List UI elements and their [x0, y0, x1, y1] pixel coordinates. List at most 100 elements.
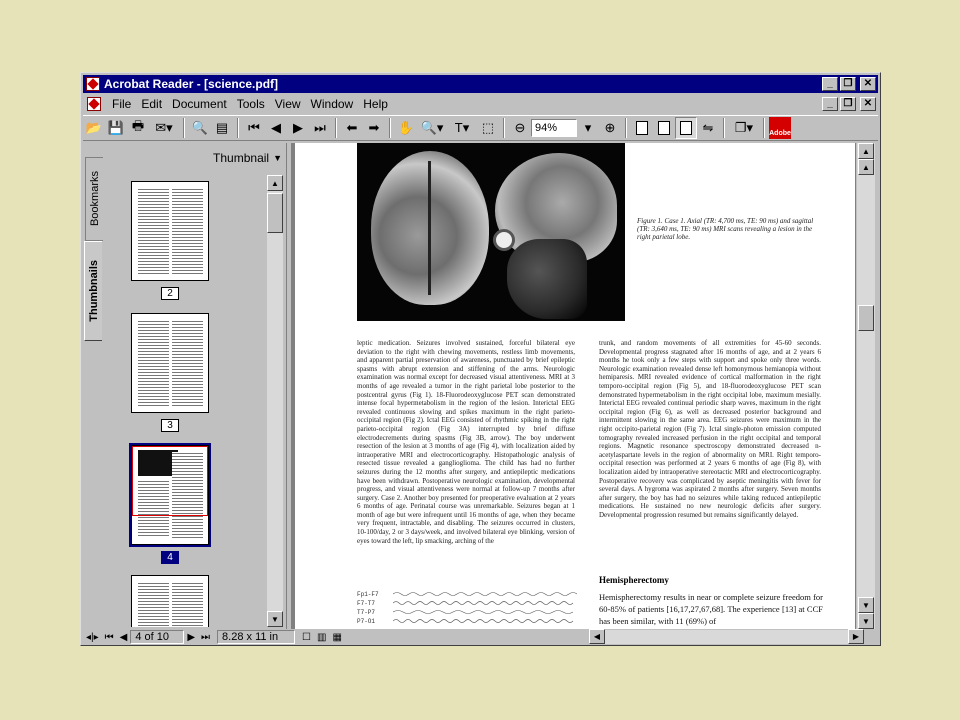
eeg-figure: Fp1-F7 F7-T7 T7-P7 P7-O1 [357, 589, 577, 629]
thumbnail-page-selected[interactable] [129, 443, 211, 547]
section-body-text: Hemispherectomy results in near or compl… [599, 592, 823, 626]
scroll-down-icon[interactable]: ▼ [858, 613, 874, 629]
menu-file[interactable]: File [107, 97, 136, 111]
window-title: Acrobat Reader - [science.pdf] [104, 77, 279, 91]
thumbnail-scrollbar[interactable]: ▲ ▼ [267, 175, 283, 627]
thumbnail-menu[interactable]: Thumbnail ▼ [107, 147, 282, 169]
status-bar: ◂|▸ ⏮ ◀ 4 of 10 ▶ ⏭ 8.28 x 11 in ☐ ▥ ▦ ◀… [83, 629, 878, 645]
thumbnail-menu-label: Thumbnail [213, 151, 270, 165]
navigation-panel: Bookmarks Thumbnails Thumbnail ▼ 2 3 4 ▲… [83, 143, 286, 629]
acrobat-window: Acrobat Reader - [science.pdf] _ ❐ ✕ Fil… [80, 72, 881, 646]
scroll-thumb[interactable] [267, 193, 283, 233]
document-view[interactable]: Figure 1. Case 1. Axial (TR: 4,700 ms, T… [291, 143, 856, 629]
previous-page-icon[interactable]: ◀ [117, 630, 131, 644]
scroll-up-icon[interactable]: ▲ [267, 175, 283, 191]
eeg-channel-label: Fp1-F7 [357, 591, 379, 598]
acrobat-app-icon[interactable] [86, 77, 100, 91]
thumbnail-label[interactable]: 4 [161, 551, 179, 564]
email-icon[interactable]: ✉▾ [149, 117, 179, 139]
scroll-up-icon[interactable]: ▲ [858, 143, 874, 159]
thumbnail-view-box[interactable] [132, 446, 208, 516]
page-size-display: 8.28 x 11 in [217, 630, 296, 644]
panel-splitter[interactable] [286, 143, 290, 629]
zoom-dropdown-icon[interactable]: ▾ [577, 117, 599, 139]
split-view-icon[interactable]: ◂|▸ [83, 630, 102, 644]
page-down-icon[interactable]: ▼ [858, 597, 874, 613]
pdf-page: Figure 1. Case 1. Axial (TR: 4,700 ms, T… [295, 143, 855, 629]
toolbar: 📂 💾 🖶 ✉▾ 🔍 ▤ ⏮ ◀ ▶ ⏭ ⬅ ➡ ✋ 🔍▾ T▾ ⬚ ⊖ 94%… [83, 115, 878, 141]
zoom-out-icon[interactable]: ⊖ [509, 117, 531, 139]
text-select-tool-icon[interactable]: T▾ [447, 117, 477, 139]
minimize-button[interactable]: _ [822, 77, 838, 91]
menu-bar: File Edit Document Tools View Window Hel… [83, 94, 878, 113]
eeg-channel-label: T7-P7 [357, 609, 376, 616]
page-number-field[interactable]: 4 of 10 [130, 630, 185, 644]
print-icon[interactable]: 🖶 [127, 117, 149, 139]
body-text-column-1: leptic medication. Seizures involved sus… [357, 339, 575, 545]
first-page-icon[interactable]: ⏮ [102, 630, 117, 644]
menu-document[interactable]: Document [167, 97, 232, 111]
close-button[interactable]: ✕ [860, 77, 876, 91]
hand-tool-icon[interactable]: ✋ [395, 117, 417, 139]
menu-help[interactable]: Help [358, 97, 393, 111]
navigation-tabs: Bookmarks Thumbnails [83, 143, 105, 629]
save-icon[interactable]: 💾 [105, 117, 127, 139]
go-back-icon[interactable]: ⬅ [341, 117, 363, 139]
go-forward-icon[interactable]: ➡ [363, 117, 385, 139]
next-page-icon[interactable]: ▶ [287, 117, 309, 139]
body-text-column-2: trunk, and random movements of all extre… [599, 339, 821, 519]
thumbnail-label[interactable]: 3 [161, 419, 179, 432]
last-page-icon[interactable]: ⏭ [309, 117, 331, 139]
eeg-channel-label: P7-O1 [357, 618, 376, 625]
thumbnail-page[interactable] [131, 181, 209, 281]
page-options-icon[interactable]: ❐▾ [729, 117, 759, 139]
thumbnail-label[interactable]: 2 [161, 287, 179, 300]
eeg-traces [393, 592, 577, 623]
last-page-icon[interactable]: ⏭ [198, 630, 213, 644]
single-page-icon[interactable]: ☐ [299, 630, 314, 644]
tab-thumbnails[interactable]: Thumbnails [84, 241, 102, 341]
mri-figure [357, 143, 625, 321]
open-icon[interactable]: 📂 [83, 117, 105, 139]
find-icon[interactable]: 🔍 [189, 117, 211, 139]
eeg-channel-label: F7-T7 [357, 600, 376, 607]
continuous-page-icon[interactable]: ▥ [314, 630, 329, 644]
document-vertical-scrollbar[interactable]: ▲ ▲ ▼ ▼ [857, 143, 875, 629]
scroll-down-icon[interactable]: ▼ [267, 611, 283, 627]
thumbnail-page[interactable] [131, 575, 209, 627]
title-bar[interactable]: Acrobat Reader - [science.pdf] _ ❐ ✕ [83, 75, 878, 93]
doc-restore-button[interactable]: ❐ [840, 96, 856, 111]
doc-minimize-button[interactable]: _ [822, 96, 838, 111]
thumbnail-page[interactable] [131, 313, 209, 413]
next-page-icon[interactable]: ▶ [184, 630, 198, 644]
menu-edit[interactable]: Edit [136, 97, 167, 111]
scroll-thumb[interactable] [858, 305, 874, 331]
actual-size-icon[interactable] [631, 117, 653, 139]
figure-caption: Figure 1. Case 1. Axial (TR: 4,700 ms, T… [637, 217, 814, 241]
section-heading: Hemispherectomy [599, 575, 669, 585]
scroll-left-icon[interactable]: ◀ [589, 629, 605, 644]
document-horizontal-scrollbar[interactable]: ◀ ▶ [589, 629, 864, 644]
axial-mri-image [371, 151, 489, 305]
show-hide-navigation-icon[interactable]: ▤ [211, 117, 233, 139]
document-icon[interactable] [87, 96, 101, 111]
adobe-online-icon[interactable]: Adobe [769, 117, 791, 139]
graphics-select-tool-icon[interactable]: ⬚ [477, 117, 499, 139]
first-page-icon[interactable]: ⏮ [243, 117, 265, 139]
previous-page-icon[interactable]: ◀ [265, 117, 287, 139]
page-up-icon[interactable]: ▲ [858, 159, 874, 175]
fit-page-icon[interactable] [653, 117, 675, 139]
zoom-tool-icon[interactable]: 🔍▾ [417, 117, 447, 139]
maximize-button[interactable]: ❐ [840, 77, 856, 91]
continuous-facing-icon[interactable]: ▦ [329, 630, 344, 644]
menu-view[interactable]: View [270, 97, 306, 111]
tab-bookmarks[interactable]: Bookmarks [85, 157, 103, 241]
zoom-in-icon[interactable]: ⊕ [599, 117, 621, 139]
scroll-right-icon[interactable]: ▶ [848, 629, 864, 644]
menu-tools[interactable]: Tools [232, 97, 270, 111]
reflow-icon[interactable]: ⇋ [697, 117, 719, 139]
menu-window[interactable]: Window [306, 97, 359, 111]
fit-width-icon[interactable] [675, 117, 697, 139]
zoom-field[interactable]: 94% [531, 119, 577, 137]
doc-close-button[interactable]: ✕ [860, 96, 876, 111]
